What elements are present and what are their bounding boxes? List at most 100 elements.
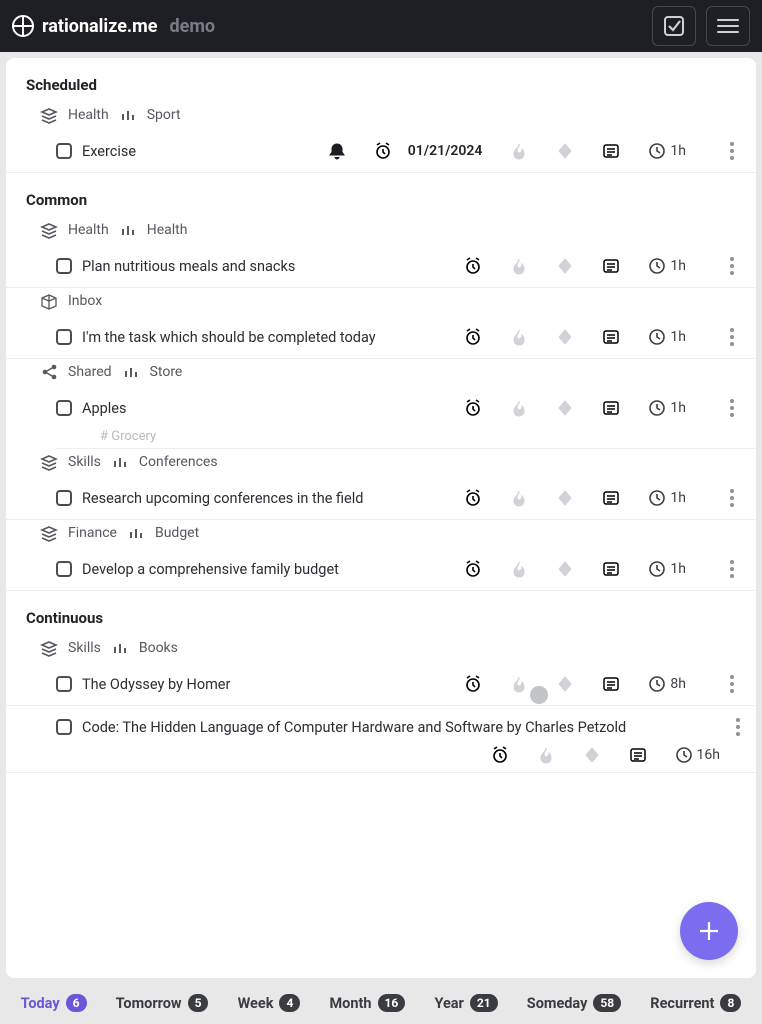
duration[interactable]: 1h [648, 399, 686, 417]
scroll-indicator [530, 686, 548, 704]
note-icon[interactable] [602, 399, 620, 417]
checkbox[interactable] [56, 676, 72, 692]
task-title: Plan nutritious meals and snacks [82, 258, 464, 275]
nav-tomorrow[interactable]: Tomorrow 5 [116, 994, 209, 1012]
hamburger-icon [717, 19, 739, 33]
diamond-icon[interactable] [583, 746, 601, 764]
box-icon [40, 292, 58, 310]
duration[interactable]: 1h [648, 489, 686, 507]
task-code-book[interactable]: Code: The Hidden Language of Computer Ha… [6, 706, 756, 773]
diamond-icon[interactable] [556, 142, 574, 160]
diamond-icon[interactable] [556, 560, 574, 578]
app-header: rationalize.me demo [0, 0, 762, 52]
breadcrumb-skills-books[interactable]: Skills Books [6, 635, 756, 663]
diamond-icon[interactable] [556, 675, 574, 693]
diamond-icon[interactable] [556, 489, 574, 507]
task-title: Exercise [82, 143, 328, 160]
clock-icon [648, 489, 666, 507]
breadcrumb-shared-store[interactable]: Shared Store [6, 359, 756, 387]
check-button[interactable] [652, 6, 696, 46]
checkbox[interactable] [56, 561, 72, 577]
fire-icon[interactable] [510, 489, 528, 507]
diamond-icon[interactable] [556, 328, 574, 346]
fire-icon[interactable] [537, 746, 555, 764]
note-icon[interactable] [602, 489, 620, 507]
task-budget[interactable]: Develop a comprehensive family budget 1h [6, 548, 756, 591]
add-task-button[interactable] [680, 902, 738, 960]
task-tag[interactable]: # Grocery [6, 429, 756, 448]
task-title: Apples [82, 400, 464, 417]
kebab-menu[interactable] [720, 556, 744, 582]
fire-icon[interactable] [510, 675, 528, 693]
alarm-icon[interactable] [491, 746, 509, 764]
kebab-menu[interactable] [720, 485, 744, 511]
task-exercise[interactable]: Exercise 01/21/2024 1h [6, 130, 756, 173]
note-icon[interactable] [602, 675, 620, 693]
fire-icon[interactable] [510, 560, 528, 578]
task-today[interactable]: I'm the task which should be completed t… [6, 316, 756, 359]
nav-recurrent[interactable]: Recurrent 8 [650, 994, 741, 1012]
nav-year[interactable]: Year 21 [434, 994, 497, 1012]
nav-someday[interactable]: Someday 58 [527, 994, 621, 1012]
note-icon[interactable] [629, 746, 647, 764]
duration[interactable]: 1h [648, 257, 686, 275]
alarm-icon[interactable] [464, 399, 482, 417]
fire-icon[interactable] [510, 142, 528, 160]
duration[interactable]: 8h [648, 675, 686, 693]
breadcrumb-health-sport[interactable]: Health Sport [6, 102, 756, 130]
nav-week[interactable]: Week 4 [238, 994, 301, 1012]
kebab-menu[interactable] [720, 671, 744, 697]
task-research-conf[interactable]: Research upcoming conferences in the fie… [6, 477, 756, 520]
stack-icon [40, 453, 58, 471]
kebab-menu[interactable] [720, 253, 744, 279]
fire-icon[interactable] [510, 399, 528, 417]
fire-icon[interactable] [510, 328, 528, 346]
diamond-icon[interactable] [556, 399, 574, 417]
duration[interactable]: 16h [675, 746, 720, 764]
section-common: Common [6, 187, 756, 217]
alarm-icon[interactable] [374, 142, 392, 160]
checkbox[interactable] [56, 400, 72, 416]
alarm-icon[interactable] [464, 675, 482, 693]
logo-icon [12, 15, 34, 37]
alarm-icon[interactable] [464, 328, 482, 346]
task-date: 01/21/2024 [408, 143, 483, 159]
task-apples[interactable]: Apples 1h [6, 387, 756, 429]
alarm-icon[interactable] [464, 257, 482, 275]
task-title: Develop a comprehensive family budget [82, 561, 464, 578]
diamond-icon[interactable] [556, 257, 574, 275]
kebab-menu[interactable] [720, 324, 744, 350]
kebab-menu[interactable] [726, 714, 750, 740]
note-icon[interactable] [602, 257, 620, 275]
task-odyssey[interactable]: The Odyssey by Homer 8h [6, 663, 756, 706]
checkbox[interactable] [56, 490, 72, 506]
breadcrumb-skills-conf[interactable]: Skills Conferences [6, 449, 756, 477]
kebab-menu[interactable] [720, 395, 744, 421]
kebab-menu[interactable] [720, 138, 744, 164]
main-card: Scheduled Health Sport Exercise 01/21/20… [6, 58, 756, 978]
nav-today[interactable]: Today 6 [21, 994, 87, 1012]
duration[interactable]: 1h [648, 560, 686, 578]
duration[interactable]: 1h [648, 328, 686, 346]
checkbox[interactable] [56, 329, 72, 345]
alarm-icon[interactable] [464, 560, 482, 578]
fire-icon[interactable] [510, 257, 528, 275]
duration[interactable]: 1h [648, 142, 686, 160]
note-icon[interactable] [602, 142, 620, 160]
bell-icon[interactable] [328, 142, 346, 160]
alarm-icon[interactable] [464, 489, 482, 507]
menu-button[interactable] [706, 6, 750, 46]
breadcrumb-inbox[interactable]: Inbox [6, 288, 756, 316]
checkbox[interactable] [56, 258, 72, 274]
breadcrumb-finance-budget[interactable]: Finance Budget [6, 520, 756, 548]
bars-icon [119, 221, 137, 239]
brand-name: rationalize.me [42, 16, 157, 37]
checkbox[interactable] [56, 143, 72, 159]
task-title: Code: The Hidden Language of Computer Ha… [82, 719, 726, 736]
note-icon[interactable] [602, 328, 620, 346]
breadcrumb-health-health[interactable]: Health Health [6, 217, 756, 245]
task-plan-meals[interactable]: Plan nutritious meals and snacks 1h [6, 245, 756, 288]
note-icon[interactable] [602, 560, 620, 578]
checkbox[interactable] [56, 719, 72, 735]
nav-month[interactable]: Month 16 [329, 994, 405, 1012]
